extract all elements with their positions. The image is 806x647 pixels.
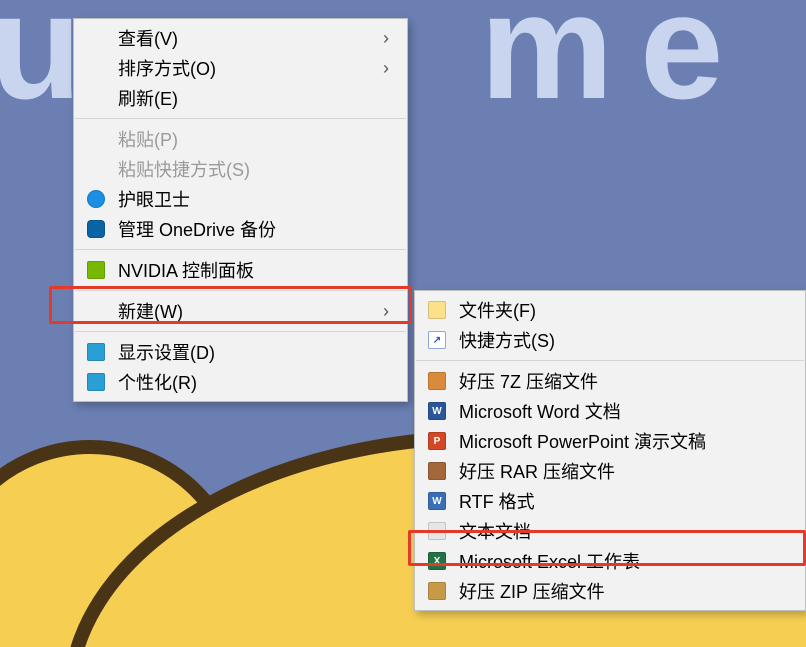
chevron-right-icon: ›	[383, 28, 389, 49]
menu-item-sort[interactable]: 排序方式(O) ›	[74, 53, 407, 83]
menu-item-eye-guard[interactable]: 护眼卫士	[74, 184, 407, 214]
eye-guard-icon	[86, 189, 106, 209]
archive-7z-icon	[427, 371, 447, 391]
onedrive-icon	[86, 219, 106, 239]
archive-zip-icon	[427, 581, 447, 601]
menu-item-new-shortcut[interactable]: ↗ 快捷方式(S)	[415, 325, 805, 355]
menu-item-view[interactable]: 查看(V) ›	[74, 23, 407, 53]
folder-icon	[427, 300, 447, 320]
menu-item-new-7z[interactable]: 好压 7Z 压缩文件	[415, 366, 805, 396]
menu-item-personalize[interactable]: 个性化(R)	[74, 367, 407, 397]
menu-item-label: 排序方式(O)	[118, 55, 359, 81]
menu-item-label: RTF 格式	[459, 488, 787, 514]
display-icon	[86, 342, 106, 362]
wallpaper-letter-e: e	[640, 0, 723, 133]
menu-item-new-rar[interactable]: 好压 RAR 压缩文件	[415, 456, 805, 486]
menu-separator	[75, 249, 406, 250]
menu-item-new-folder[interactable]: 文件夹(F)	[415, 295, 805, 325]
menu-item-label: Microsoft PowerPoint 演示文稿	[459, 428, 787, 454]
menu-item-label: 好压 ZIP 压缩文件	[459, 578, 787, 604]
menu-item-label: 文本文档	[459, 518, 787, 544]
menu-item-nvidia[interactable]: NVIDIA 控制面板	[74, 255, 407, 285]
menu-item-label: 个性化(R)	[118, 369, 389, 395]
menu-item-label: NVIDIA 控制面板	[118, 257, 389, 283]
new-submenu: 文件夹(F) ↗ 快捷方式(S) 好压 7Z 压缩文件 W Microsoft …	[414, 290, 806, 611]
shortcut-icon: ↗	[427, 330, 447, 350]
archive-rar-icon	[427, 461, 447, 481]
menu-item-new-zip[interactable]: 好压 ZIP 压缩文件	[415, 576, 805, 606]
menu-separator	[75, 118, 406, 119]
excel-icon: X	[427, 551, 447, 571]
menu-item-new-ppt[interactable]: P Microsoft PowerPoint 演示文稿	[415, 426, 805, 456]
menu-item-new-rtf[interactable]: W RTF 格式	[415, 486, 805, 516]
menu-item-label: 显示设置(D)	[118, 339, 389, 365]
menu-item-label: 管理 OneDrive 备份	[118, 216, 389, 242]
menu-item-label: 刷新(E)	[118, 85, 389, 111]
menu-item-label: Microsoft Excel 工作表	[459, 548, 787, 574]
menu-item-new[interactable]: 新建(W) ›	[74, 296, 407, 326]
menu-item-paste-shortcut: 粘贴快捷方式(S)	[74, 154, 407, 184]
menu-item-new-excel[interactable]: X Microsoft Excel 工作表	[415, 546, 805, 576]
nvidia-icon	[86, 260, 106, 280]
personalize-icon	[86, 372, 106, 392]
menu-item-label: 查看(V)	[118, 25, 359, 51]
menu-item-label: 好压 7Z 压缩文件	[459, 368, 787, 394]
text-file-icon	[427, 521, 447, 541]
wallpaper-letter-m: m	[480, 0, 613, 133]
menu-item-label: 新建(W)	[118, 298, 359, 324]
menu-item-label: 文件夹(F)	[459, 297, 787, 323]
menu-separator	[75, 331, 406, 332]
chevron-right-icon: ›	[383, 301, 389, 322]
menu-item-new-word[interactable]: W Microsoft Word 文档	[415, 396, 805, 426]
menu-item-onedrive[interactable]: 管理 OneDrive 备份	[74, 214, 407, 244]
menu-item-label: 护眼卫士	[118, 186, 389, 212]
menu-item-label: 好压 RAR 压缩文件	[459, 458, 787, 484]
menu-item-refresh[interactable]: 刷新(E)	[74, 83, 407, 113]
menu-separator	[75, 290, 406, 291]
menu-item-paste: 粘贴(P)	[74, 124, 407, 154]
word-icon: W	[427, 401, 447, 421]
menu-item-display-settings[interactable]: 显示设置(D)	[74, 337, 407, 367]
rtf-icon: W	[427, 491, 447, 511]
menu-item-label: Microsoft Word 文档	[459, 398, 787, 424]
menu-separator	[416, 360, 804, 361]
menu-item-label: 快捷方式(S)	[459, 327, 787, 353]
menu-item-label: 粘贴(P)	[118, 126, 389, 152]
wallpaper-letter-u: u	[0, 0, 82, 133]
menu-item-new-txt[interactable]: 文本文档	[415, 516, 805, 546]
powerpoint-icon: P	[427, 431, 447, 451]
menu-item-label: 粘贴快捷方式(S)	[118, 156, 389, 182]
chevron-right-icon: ›	[383, 58, 389, 79]
desktop-context-menu: 查看(V) › 排序方式(O) › 刷新(E) 粘贴(P) 粘贴快捷方式(S) …	[73, 18, 408, 402]
